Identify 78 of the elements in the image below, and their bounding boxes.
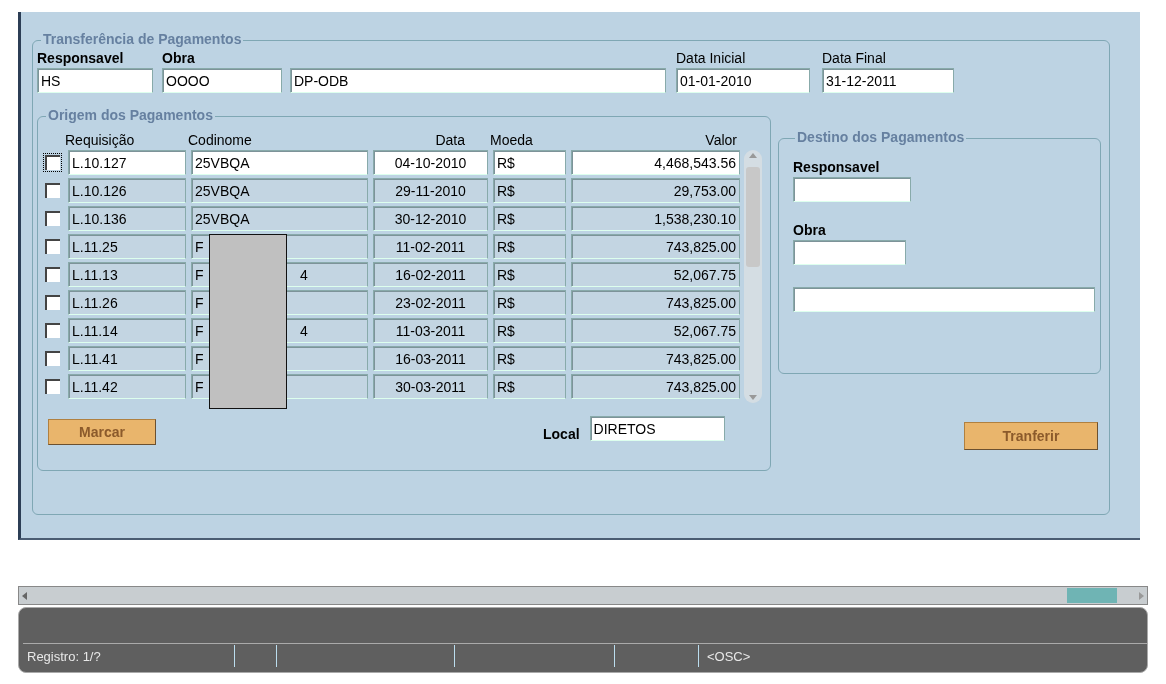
checkbox[interactable]: [45, 351, 60, 366]
table-cell: L.10.136: [68, 206, 186, 231]
table-cell: 29-11-2010: [373, 178, 488, 203]
input-field[interactable]: HS: [37, 68, 153, 93]
scroll-thumb[interactable]: [746, 166, 760, 267]
group-title: Transferência de Pagamentos: [41, 31, 244, 47]
table-cell: L.11.25: [68, 234, 186, 259]
table-cell: R$: [493, 374, 566, 399]
table-cell: L.10.126: [68, 178, 186, 203]
field-label: Obra: [793, 222, 827, 238]
checkbox[interactable]: [45, 239, 60, 254]
checkbox[interactable]: [45, 267, 60, 282]
table-cell: L.11.13: [68, 262, 186, 287]
checkbox[interactable]: [45, 155, 60, 170]
table-cell: 25VBQA: [191, 150, 368, 175]
status-text: Registro: 1/?: [23, 645, 235, 667]
table-cell: 30-03-2011: [373, 374, 488, 399]
field-label: Data Inicial: [676, 50, 747, 66]
table-cell: 1,538,230.10: [571, 206, 740, 231]
table-cell: R$: [493, 150, 566, 175]
table-cell: 29,753.00: [571, 178, 740, 203]
checkbox[interactable]: [45, 379, 60, 394]
column-header: Requisição: [65, 132, 136, 148]
table-cell: 30-12-2010: [373, 206, 488, 231]
field-label: Local: [543, 426, 580, 442]
input-field[interactable]: DP-ODB: [290, 68, 666, 93]
field-label: Responsavel: [793, 159, 881, 175]
table-cell: 25VBQA: [191, 206, 368, 231]
table-cell: 743,825.00: [571, 374, 740, 399]
input-field[interactable]: DIRETOS: [589, 416, 725, 441]
table-cell: 52,067.75: [571, 262, 740, 287]
input-field[interactable]: OOOO: [162, 68, 282, 93]
table-cell: 11-02-2011: [373, 234, 488, 259]
checkbox[interactable]: [45, 183, 60, 198]
column-header: Valor: [704, 132, 737, 148]
table-cell: 25VBQA: [191, 178, 368, 203]
checkbox[interactable]: [45, 323, 60, 338]
table-cell: 04-10-2010: [373, 150, 488, 175]
column-header: Data: [434, 132, 466, 148]
table-cell: L.11.26: [68, 290, 186, 315]
group-title: Destino dos Pagamentos: [795, 129, 967, 145]
table-cell: L.11.14: [68, 318, 186, 343]
input-field[interactable]: 31-12-2011: [822, 68, 954, 93]
table-cell: 743,825.00: [571, 234, 740, 259]
table-cell: R$: [493, 262, 566, 287]
table-cell: L.11.42: [68, 374, 186, 399]
table-cell: R$: [493, 318, 566, 343]
checkbox[interactable]: [45, 211, 60, 226]
table-cell: 52,067.75: [571, 318, 740, 343]
table-cell: 4,468,543.56: [571, 150, 740, 175]
scroll-thumb[interactable]: [1067, 588, 1117, 603]
table-cell: L.10.127: [68, 150, 186, 175]
status-text: <OSC>: [706, 647, 752, 666]
table-cell: 743,825.00: [571, 290, 740, 315]
table-cell: 23-02-2011: [373, 290, 488, 315]
input-field[interactable]: [793, 287, 1095, 312]
group-title: Origem dos Pagamentos: [46, 107, 215, 123]
field-label: Responsavel: [37, 50, 125, 66]
checkbox[interactable]: [45, 295, 60, 310]
input-field[interactable]: [793, 240, 906, 265]
column-header: Codinome: [188, 132, 253, 148]
input-field[interactable]: [793, 177, 911, 202]
table-cell: R$: [493, 178, 566, 203]
column-header: Moeda: [490, 132, 534, 148]
input-field[interactable]: 01-01-2010: [676, 68, 810, 93]
table-cell: 16-02-2011: [373, 262, 488, 287]
field-label: Data Final: [822, 50, 887, 66]
table-cell: R$: [493, 234, 566, 259]
table-cell: L.11.41: [68, 346, 186, 371]
table-cell: 743,825.00: [571, 346, 740, 371]
field-label: Obra: [162, 50, 196, 66]
scrollbar[interactable]: [744, 150, 762, 403]
table-cell: R$: [493, 346, 566, 371]
table-cell: 11-03-2011: [373, 318, 488, 343]
table-cell: R$: [493, 206, 566, 231]
horizontal-scrollbar[interactable]: [18, 586, 1148, 605]
table-cell: 16-03-2011: [373, 346, 488, 371]
table-cell: R$: [493, 290, 566, 315]
